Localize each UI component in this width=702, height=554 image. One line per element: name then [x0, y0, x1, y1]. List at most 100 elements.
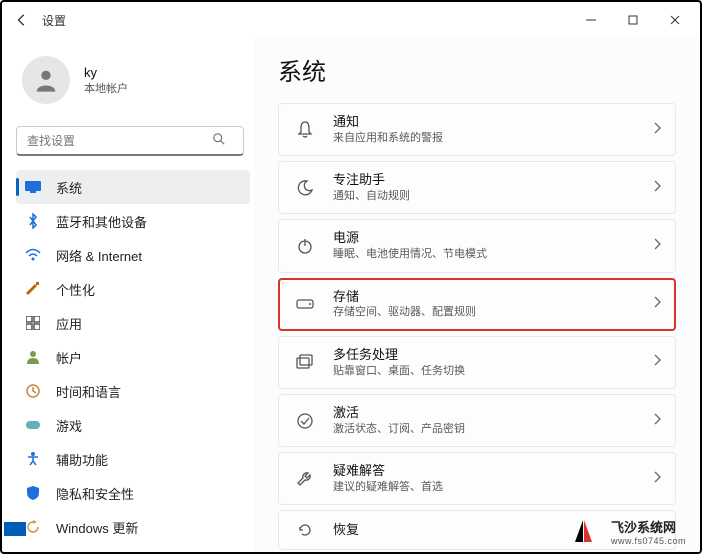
- card-list: 通知来自应用和系统的警报专注助手通知、自动规则电源睡眠、电池使用情况、节电模式存…: [278, 103, 676, 550]
- sidebar-item-label: 游戏: [56, 416, 82, 435]
- sidebar-item-10[interactable]: Windows 更新: [16, 510, 250, 544]
- card-title: 存储: [333, 289, 653, 306]
- card-title: 专注助手: [333, 172, 653, 189]
- close-button[interactable]: [654, 4, 696, 36]
- profile-subtitle: 本地帐户: [84, 80, 128, 96]
- moon-icon: [293, 180, 317, 196]
- chevron-right-icon: [653, 295, 661, 313]
- settings-card-5[interactable]: 激活激活状态、订阅、产品密钥: [278, 394, 676, 447]
- card-subtitle: 贴靠窗口、桌面、任务切换: [333, 364, 653, 378]
- sidebar-item-label: Windows 更新: [56, 518, 138, 537]
- sidebar-item-label: 系统: [56, 178, 82, 197]
- titlebar: 设置: [2, 2, 700, 38]
- profile-block[interactable]: ky 本地帐户: [16, 38, 254, 126]
- settings-card-1[interactable]: 专注助手通知、自动规则: [278, 161, 676, 214]
- power-icon: [293, 238, 317, 254]
- sidebar-item-label: 个性化: [56, 280, 95, 299]
- personalize-icon: [24, 280, 42, 298]
- sidebar-item-9[interactable]: 隐私和安全性: [16, 476, 250, 510]
- card-body: 通知来自应用和系统的警报: [333, 114, 653, 145]
- sidebar-item-6[interactable]: 时间和语言: [16, 374, 250, 408]
- sidebar-item-3[interactable]: 个性化: [16, 272, 250, 306]
- profile-text: ky 本地帐户: [84, 65, 128, 96]
- multitask-icon: [293, 354, 317, 370]
- chevron-right-icon: [653, 179, 661, 197]
- sidebar-item-0[interactable]: 系统: [16, 170, 250, 204]
- watermark-name: 飞沙系统网: [611, 517, 686, 536]
- system-icon: [24, 178, 42, 196]
- card-title: 疑难解答: [333, 463, 653, 480]
- accessibility-icon: [24, 450, 42, 468]
- card-title: 电源: [333, 230, 653, 247]
- window-controls: [570, 4, 696, 36]
- card-title: 通知: [333, 114, 653, 131]
- back-button[interactable]: [6, 4, 38, 36]
- account-icon: [24, 348, 42, 366]
- watermark-logo: [581, 520, 605, 544]
- chevron-right-icon: [653, 470, 661, 488]
- sidebar-item-label: 辅助功能: [56, 450, 108, 469]
- decorative-bar: [4, 522, 26, 536]
- main-panel: 系统 通知来自应用和系统的警报专注助手通知、自动规则电源睡眠、电池使用情况、节电…: [254, 38, 700, 552]
- settings-card-0[interactable]: 通知来自应用和系统的警报: [278, 103, 676, 156]
- sidebar-item-7[interactable]: 游戏: [16, 408, 250, 442]
- update-icon: [24, 518, 42, 536]
- window-title: 设置: [42, 12, 66, 29]
- card-body: 专注助手通知、自动规则: [333, 172, 653, 203]
- avatar: [22, 56, 70, 104]
- card-body: 多任务处理贴靠窗口、桌面、任务切换: [333, 347, 653, 378]
- card-title: 多任务处理: [333, 347, 653, 364]
- time-icon: [24, 382, 42, 400]
- watermark: 飞沙系统网 www.fs0745.com: [581, 517, 686, 546]
- card-body: 存储存储空间、驱动器、配置规则: [333, 289, 653, 320]
- sidebar-item-label: 隐私和安全性: [56, 484, 134, 503]
- search-input[interactable]: [16, 126, 244, 156]
- card-body: 电源睡眠、电池使用情况、节电模式: [333, 230, 653, 261]
- sidebar-item-4[interactable]: 应用: [16, 306, 250, 340]
- card-subtitle: 来自应用和系统的警报: [333, 131, 653, 145]
- card-subtitle: 睡眠、电池使用情况、节电模式: [333, 247, 653, 261]
- settings-card-4[interactable]: 多任务处理贴靠窗口、桌面、任务切换: [278, 336, 676, 389]
- activation-icon: [293, 413, 317, 429]
- settings-card-2[interactable]: 电源睡眠、电池使用情况、节电模式: [278, 219, 676, 272]
- chevron-right-icon: [653, 121, 661, 139]
- maximize-button[interactable]: [612, 4, 654, 36]
- chevron-right-icon: [653, 412, 661, 430]
- gaming-icon: [24, 416, 42, 434]
- watermark-url: www.fs0745.com: [611, 536, 686, 546]
- sidebar-item-label: 帐户: [56, 348, 82, 367]
- chevron-right-icon: [653, 353, 661, 371]
- card-subtitle: 存储空间、驱动器、配置规则: [333, 305, 653, 319]
- nav-list: 系统蓝牙和其他设备网络 & Internet 个性化应用帐户时间和语言游戏辅助功能…: [16, 170, 254, 552]
- settings-card-3[interactable]: 存储存储空间、驱动器、配置规则: [278, 278, 676, 331]
- recovery-icon: [293, 522, 317, 538]
- search-icon: [212, 132, 226, 151]
- sidebar-item-5[interactable]: 帐户: [16, 340, 250, 374]
- settings-window: 设置 ky 本地帐户: [0, 0, 702, 554]
- sidebar-item-1[interactable]: 蓝牙和其他设备: [16, 204, 250, 238]
- settings-card-6[interactable]: 疑难解答建议的疑难解答、首选: [278, 452, 676, 505]
- bell-icon: [293, 121, 317, 139]
- chevron-right-icon: [653, 237, 661, 255]
- apps-icon: [24, 314, 42, 332]
- sidebar-item-2[interactable]: 网络 & Internet: [16, 238, 250, 272]
- sidebar-item-8[interactable]: 辅助功能: [16, 442, 250, 476]
- content-area: ky 本地帐户 系统蓝牙和其他设备网络 & Internet 个性化应用帐户时间和…: [2, 38, 700, 552]
- privacy-icon: [24, 484, 42, 502]
- sidebar-item-label: 蓝牙和其他设备: [56, 212, 147, 231]
- sidebar-item-label: 网络 & Internet: [56, 246, 142, 265]
- card-body: 激活激活状态、订阅、产品密钥: [333, 405, 653, 436]
- bluetooth-icon: [24, 212, 42, 230]
- card-subtitle: 建议的疑难解答、首选: [333, 480, 653, 494]
- search-container: [16, 126, 254, 170]
- card-subtitle: 通知、自动规则: [333, 189, 653, 203]
- sidebar: ky 本地帐户 系统蓝牙和其他设备网络 & Internet 个性化应用帐户时间和…: [2, 38, 254, 552]
- troubleshoot-icon: [293, 471, 317, 487]
- minimize-button[interactable]: [570, 4, 612, 36]
- wifi-icon: [24, 246, 42, 264]
- card-title: 激活: [333, 405, 653, 422]
- sidebar-item-label: 时间和语言: [56, 382, 121, 401]
- page-title: 系统: [278, 52, 676, 87]
- storage-icon: [293, 299, 317, 309]
- card-subtitle: 激活状态、订阅、产品密钥: [333, 422, 653, 436]
